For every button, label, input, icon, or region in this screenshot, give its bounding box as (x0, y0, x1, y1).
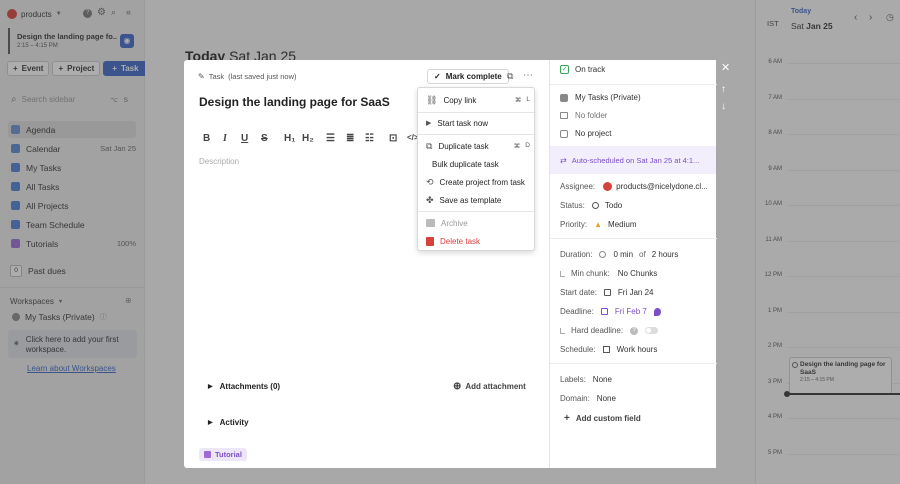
project-selector[interactable]: No project (560, 129, 611, 138)
mark-complete-button[interactable]: ✓ Mark complete (427, 69, 509, 84)
timer-icon (599, 251, 607, 258)
chevron-right-icon: ▶ (208, 384, 213, 390)
bold-icon[interactable]: B (203, 133, 210, 144)
check-icon: ✓ (434, 72, 441, 81)
duplicate-icon[interactable]: ⧉ (507, 71, 513, 82)
on-track-status: ✓ On track (560, 65, 606, 74)
priority-field[interactable]: Priority: ▲ Medium (560, 220, 637, 229)
heading2-icon[interactable]: H₂ (302, 133, 314, 144)
duration-field[interactable]: Duration: 0 min of 2 hours (560, 250, 678, 259)
duplicate-icon: ⧉ (426, 140, 433, 151)
divider (550, 84, 717, 85)
more-options-icon[interactable]: ⋯ (523, 70, 533, 81)
divider (550, 363, 717, 364)
menu-divider (418, 112, 536, 113)
add-custom-field-button[interactable]: + Add custom field (564, 413, 641, 424)
numbered-list-icon[interactable]: ≣ (346, 133, 354, 144)
puzzle-icon: ✤ (426, 194, 434, 205)
menu-start-task[interactable]: ▶ Start task now (426, 116, 530, 130)
menu-bulk-duplicate[interactable]: Bulk duplicate task (426, 157, 530, 171)
bullet-list-icon[interactable]: ☰ (326, 133, 335, 144)
domain-field[interactable]: Domain: None (560, 394, 616, 403)
hard-deadline-field: Hard deadline: ? (560, 326, 659, 335)
menu-divider (418, 134, 536, 135)
deadline-field[interactable]: Deadline: Fri Feb 7 (560, 307, 661, 316)
deadline-pin-icon (653, 307, 661, 316)
folder-icon (560, 112, 568, 119)
status-field[interactable]: Status: Todo (560, 201, 622, 210)
menu-divider (418, 211, 536, 212)
italic-icon[interactable]: I (223, 133, 227, 144)
menu-delete[interactable]: Delete task (426, 234, 530, 248)
folder-selector[interactable]: No folder (560, 111, 607, 120)
schedule-field[interactable]: Schedule: Work hours (560, 345, 657, 354)
menu-copy-link[interactable]: ⛓ Copy link ⌘ L (426, 93, 530, 107)
deadline-calendar-icon (600, 308, 608, 315)
sub-indent (560, 270, 565, 277)
task-title[interactable]: Design the landing page for SaaS (199, 95, 390, 109)
embed-icon[interactable]: ⊡ (389, 133, 397, 144)
divider (550, 238, 717, 239)
close-modal-icon[interactable]: ✕ (721, 61, 730, 74)
activity-toggle[interactable]: ▶ Activity (208, 418, 249, 427)
description-field[interactable]: Description (199, 157, 239, 166)
strikethrough-icon[interactable]: S (261, 133, 268, 144)
hard-deadline-toggle[interactable] (645, 327, 659, 334)
next-task-icon[interactable]: ↓ (721, 101, 726, 112)
calendar-icon (603, 289, 611, 296)
link-icon: ⛓ (426, 94, 438, 105)
menu-duplicate[interactable]: ⧉ Duplicate task ⌘ D (426, 139, 530, 153)
tutorial-icon (204, 451, 211, 458)
archive-icon (426, 219, 435, 227)
project-convert-icon: ⟲ (426, 176, 434, 187)
trash-icon (426, 236, 434, 246)
attachments-toggle[interactable]: ▶ Attachments (0) (208, 382, 280, 391)
plus-icon: + (564, 413, 570, 424)
project-space-selector[interactable]: My Tasks (Private) (560, 93, 641, 102)
space-icon (560, 93, 568, 102)
todo-circle-icon (591, 202, 599, 209)
previous-task-icon[interactable]: ↑ (721, 84, 726, 95)
underline-icon[interactable]: U (241, 133, 248, 144)
task-properties-panel: ✓ On track My Tasks (Private) No folder … (549, 60, 717, 468)
sub-indent (560, 327, 565, 334)
labels-field[interactable]: Labels: None (560, 375, 612, 384)
breadcrumb: ✎ Task (last saved just now) (198, 72, 297, 81)
heading1-icon[interactable]: H₁ (284, 133, 295, 144)
project-icon (560, 129, 568, 138)
check-square-icon: ✓ (560, 65, 569, 74)
avatar (603, 182, 613, 191)
help-icon[interactable]: ? (630, 326, 639, 335)
assignee-field[interactable]: Assignee: products@nicelydone.cl... (560, 182, 708, 191)
chevron-right-icon: ▶ (208, 420, 213, 426)
checklist-icon[interactable]: ☷ (365, 133, 374, 144)
auto-schedule-icon: ⇄ (560, 155, 567, 165)
min-chunk-field[interactable]: Min chunk: No Chunks (560, 269, 657, 278)
auto-scheduled-banner: ⇄ Auto-scheduled on Sat Jan 25 at 4:1... (550, 146, 716, 174)
task-options-menu: ⛓ Copy link ⌘ L ▶ Start task now ⧉ Duplic… (417, 87, 536, 251)
play-icon: ▶ (426, 120, 432, 127)
menu-create-project[interactable]: ⟲ Create project from task (426, 175, 530, 189)
add-attachment-button[interactable]: ⊕ Add attachment (453, 381, 526, 392)
menu-save-template[interactable]: ✤ Save as template (426, 193, 530, 207)
plus-circle-icon: ⊕ (453, 381, 462, 392)
schedule-icon (602, 346, 610, 353)
menu-archive[interactable]: Archive (426, 216, 530, 230)
priority-icon: ▲ (594, 220, 603, 229)
task-icon: ✎ (198, 72, 205, 81)
start-date-field[interactable]: Start date: Fri Jan 24 (560, 288, 654, 297)
tutorial-badge[interactable]: Tutorial (199, 448, 247, 461)
